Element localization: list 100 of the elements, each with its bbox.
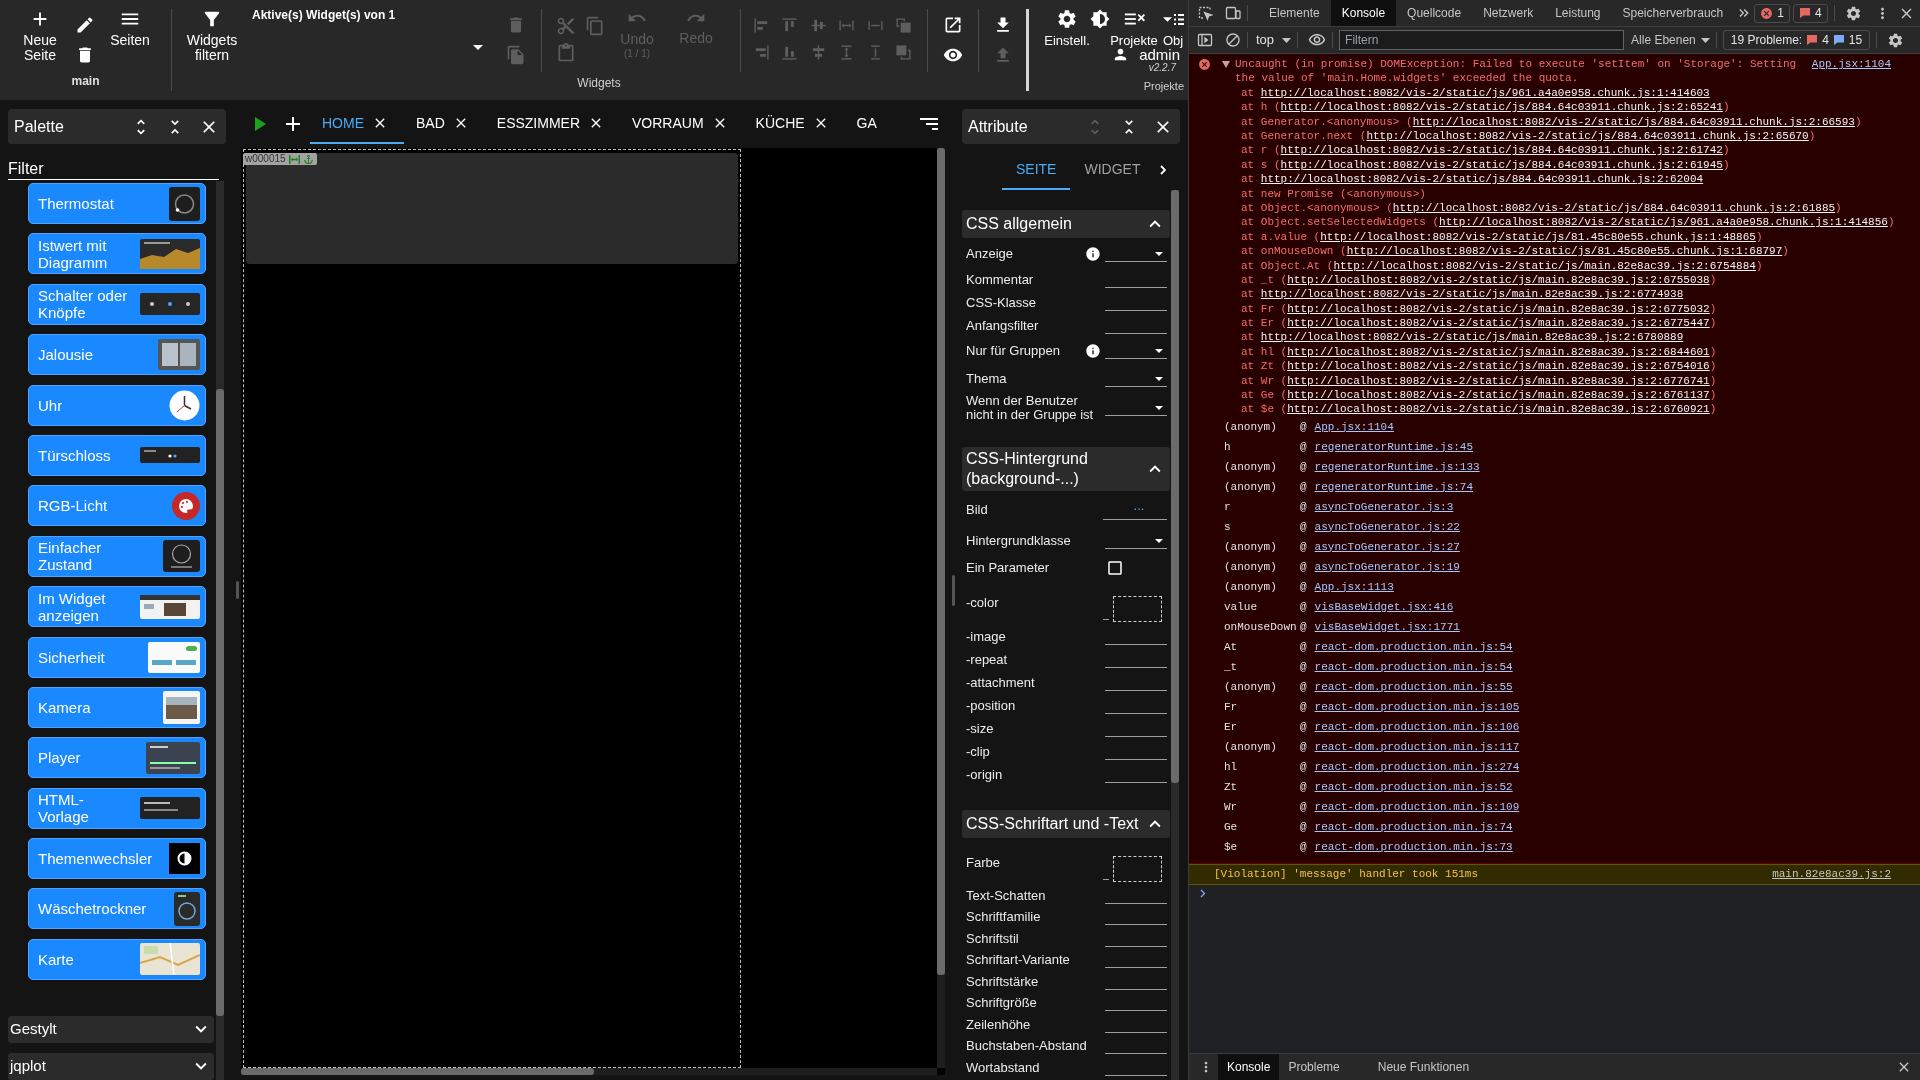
stack-trace-link[interactable]: http://localhost:8082/vis-2/static/js/main.82e8ac39.js:2:6754016	[1287, 360, 1710, 373]
stack-trace-link[interactable]: http://localhost:8082/vis-2/static/js/884.64c03911.chunk.js:2:65670	[1366, 130, 1809, 142]
stack-trace-link[interactable]: http://localhost:8082/vis-2/static/js/81.45c80e55.chunk.js:1:48865	[1320, 230, 1756, 243]
source-link[interactable]: asyncToGenerator.js:3	[1314, 498, 1454, 516]
pages-button[interactable]: Seiten	[101, 8, 159, 48]
source-link[interactable]: App.jsx:1113	[1314, 578, 1394, 596]
stack-trace-link[interactable]: http://localhost:8082/vis-2/static/js/884.64c03911.chunk.js:2:61945	[1280, 158, 1723, 171]
source-link[interactable]: App.jsx:1104	[1314, 418, 1394, 436]
inspect-element-icon[interactable]	[1197, 5, 1213, 21]
filter-field[interactable]: Filter	[8, 158, 219, 180]
stack-trace-link[interactable]: http://localhost:8082/vis-2/static/js/main.82e8ac39.js:2:6775447	[1287, 317, 1710, 330]
settings-icon[interactable]	[1844, 4, 1862, 22]
section-header[interactable]: CSS-Schriftart und -Text	[962, 810, 1170, 838]
filter-widgets-button[interactable]: Widgets filtern	[172, 8, 252, 63]
widget-group-header[interactable]: jqplot	[8, 1052, 214, 1080]
panel-tab[interactable]: WIDGET	[1070, 150, 1155, 190]
source-link[interactable]: react-dom.production.min.js:274	[1314, 758, 1520, 776]
clear-console-icon[interactable]	[1225, 32, 1241, 48]
edit-page-button[interactable]	[75, 15, 95, 35]
projects-button[interactable]: Projekte	[1110, 8, 1158, 48]
scrollbar-thumb[interactable]	[241, 1068, 594, 1075]
devtools-tab[interactable]: Konsole	[1330, 0, 1397, 26]
splitter-handle[interactable]	[236, 581, 239, 599]
scrollbar-thumb[interactable]	[1171, 190, 1179, 783]
source-link[interactable]: asyncToGenerator.js:27	[1314, 538, 1460, 556]
source-link[interactable]: react-dom.production.min.js:55	[1314, 678, 1513, 696]
source-link[interactable]: react-dom.production.min.js:105	[1314, 698, 1520, 716]
scrollbar-thumb[interactable]	[216, 389, 224, 1016]
view-tab[interactable]: VORRAUM	[620, 104, 744, 144]
source-link[interactable]: asyncToGenerator.js:19	[1314, 558, 1460, 576]
settings-button[interactable]: Einstell.	[1044, 8, 1090, 48]
stack-trace-link[interactable]: http://localhost:8082/vis-2/static/js/961.a4a0e958.chunk.js:1:414856	[1439, 216, 1888, 229]
stack-trace-link[interactable]: http://localhost:8082/vis-2/static/js/884.64c03911.chunk.js:2:61885	[1392, 201, 1836, 214]
browse-button[interactable]: ...	[1133, 500, 1145, 512]
color-swatch-field[interactable]	[1113, 855, 1162, 882]
stack-trace-link[interactable]: http://localhost:8082/vis-2/static/js/main.82e8ac39.js:2:6760921	[1287, 403, 1710, 416]
source-link[interactable]: asyncToGenerator.js:22	[1314, 518, 1460, 536]
stack-trace-link[interactable]: http://localhost:8082/vis-2/static/js/884.64c03911.chunk.js:2:66593	[1412, 115, 1855, 128]
log-levels-select[interactable]: Alle Ebenen	[1631, 31, 1710, 49]
stack-trace-link[interactable]: http://localhost:8082/vis-2/static/js/main.82e8ac39.js:2:6754884	[1333, 259, 1756, 272]
stack-trace-link[interactable]: http://localhost:8082/vis-2/static/js/884.64c03911.chunk.js:2:61742	[1280, 144, 1723, 157]
stack-trace-link[interactable]: http://localhost:8082/vis-2/static/js/81.45c80e55.chunk.js:1:68797	[1346, 245, 1783, 258]
error-count-badge[interactable]: 1	[1754, 3, 1790, 23]
source-link[interactable]: react-dom.production.min.js:54	[1314, 658, 1513, 676]
widget-group-header[interactable]: Gestylt	[8, 1015, 214, 1043]
source-link[interactable]: regeneratorRuntime.js:74	[1314, 478, 1474, 496]
view-tab[interactable]: HOME	[310, 104, 404, 144]
devtools-tab[interactable]: Quellcode	[1396, 0, 1473, 26]
info-icon[interactable]	[1085, 343, 1101, 359]
objects-button[interactable]: Obj	[1158, 8, 1188, 48]
issues-button[interactable]: 19 Probleme: 4 15	[1722, 30, 1871, 50]
active-widgets-select[interactable]: Aktive(s) Widget(s) von 1	[252, 8, 500, 64]
stack-trace-link[interactable]: http://localhost:8082/vis-2/static/js/884.64c03911.chunk.js:2:65241	[1280, 101, 1723, 114]
source-link[interactable]: react-dom.production.min.js:54	[1314, 638, 1513, 656]
source-link[interactable]: react-dom.production.min.js:52	[1314, 778, 1513, 796]
view-tab[interactable]: KÜCHE	[743, 104, 845, 144]
device-toggle-icon[interactable]	[1225, 5, 1241, 21]
console-filter-field[interactable]: Filtern	[1339, 30, 1625, 50]
section-header[interactable]: CSS-Hintergrund (background-...)	[962, 447, 1170, 491]
source-link[interactable]: react-dom.production.min.js:109	[1314, 798, 1520, 816]
stack-trace-link[interactable]: http://localhost:8082/vis-2/static/js/main.82e8ac39.js:2:6774938	[1260, 288, 1684, 301]
source-link[interactable]: visBaseWidget.jsx:1771	[1314, 618, 1460, 636]
source-link[interactable]: react-dom.production.min.js:117	[1314, 738, 1520, 756]
drawer-tab[interactable]: Neue Funktionen	[1362, 1054, 1485, 1080]
expand-triangle-icon[interactable]	[1222, 61, 1230, 68]
source-link[interactable]: react-dom.production.min.js:74	[1314, 818, 1513, 836]
view-tab[interactable]: BAD	[404, 104, 485, 144]
stack-trace-link[interactable]: http://localhost:8082/vis-2/static/js/884.64c03911.chunk.js:2:62004	[1260, 173, 1704, 186]
source-link[interactable]: regeneratorRuntime.js:133	[1314, 458, 1480, 476]
stack-trace-link[interactable]: http://localhost:8082/vis-2/static/js/main.82e8ac39.js:2:6776741	[1287, 374, 1710, 387]
devtools-tab[interactable]: Elemente	[1258, 0, 1331, 26]
devtools-tab[interactable]: Speicherverbrauch	[1611, 0, 1735, 26]
info-icon[interactable]	[1085, 246, 1101, 262]
view-tab[interactable]: ESSZIMMER	[484, 104, 621, 144]
view-tab[interactable]: GA	[844, 104, 893, 144]
drawer-tab[interactable]: Probleme	[1279, 1054, 1349, 1080]
source-link[interactable]: main.82e8ac39.js:2	[1772, 866, 1891, 883]
widget-card[interactable]: w000015	[246, 153, 738, 264]
devtools-tab[interactable]: Leistung	[1544, 0, 1612, 26]
sidebar-toggle-icon[interactable]	[1197, 32, 1213, 48]
source-link[interactable]: App.jsx:1104	[1811, 57, 1891, 72]
context-select[interactable]: top	[1256, 30, 1292, 50]
issue-count-badge[interactable]: 4	[1792, 3, 1828, 23]
source-link[interactable]: regeneratorRuntime.js:45	[1314, 438, 1474, 456]
source-link[interactable]: visBaseWidget.jsx:416	[1314, 598, 1454, 616]
theme-toggle-button[interactable]	[1090, 8, 1110, 30]
stack-trace-link[interactable]: http://localhost:8082/vis-2/static/js/main.82e8ac39.js:2:6755038	[1287, 273, 1710, 286]
source-link[interactable]: react-dom.production.min.js:106	[1314, 718, 1520, 736]
section-header[interactable]: CSS allgemein	[962, 210, 1170, 238]
stack-trace-link[interactable]: http://localhost:8082/vis-2/static/js/main.82e8ac39.js:2:6780889	[1260, 331, 1684, 344]
stack-trace-link[interactable]: http://localhost:8082/vis-2/static/js/961.a4a0e958.chunk.js:1:414603	[1260, 86, 1710, 99]
open-in-new-button[interactable]	[943, 15, 963, 35]
stack-trace-link[interactable]: http://localhost:8082/vis-2/static/js/main.82e8ac39.js:2:6775032	[1287, 302, 1710, 315]
devtools-tab[interactable]: Netzwerk	[1472, 0, 1545, 26]
new-page-button[interactable]: Neue Seite	[11, 8, 69, 63]
stack-trace-link[interactable]: http://localhost:8082/vis-2/static/js/main.82e8ac39.js:2:6761137	[1287, 389, 1710, 401]
checkbox[interactable]	[1106, 558, 1124, 577]
image-field[interactable]: ...	[1103, 500, 1167, 520]
splitter-handle[interactable]	[951, 574, 955, 606]
panel-tab[interactable]: SEITE	[1002, 150, 1071, 190]
